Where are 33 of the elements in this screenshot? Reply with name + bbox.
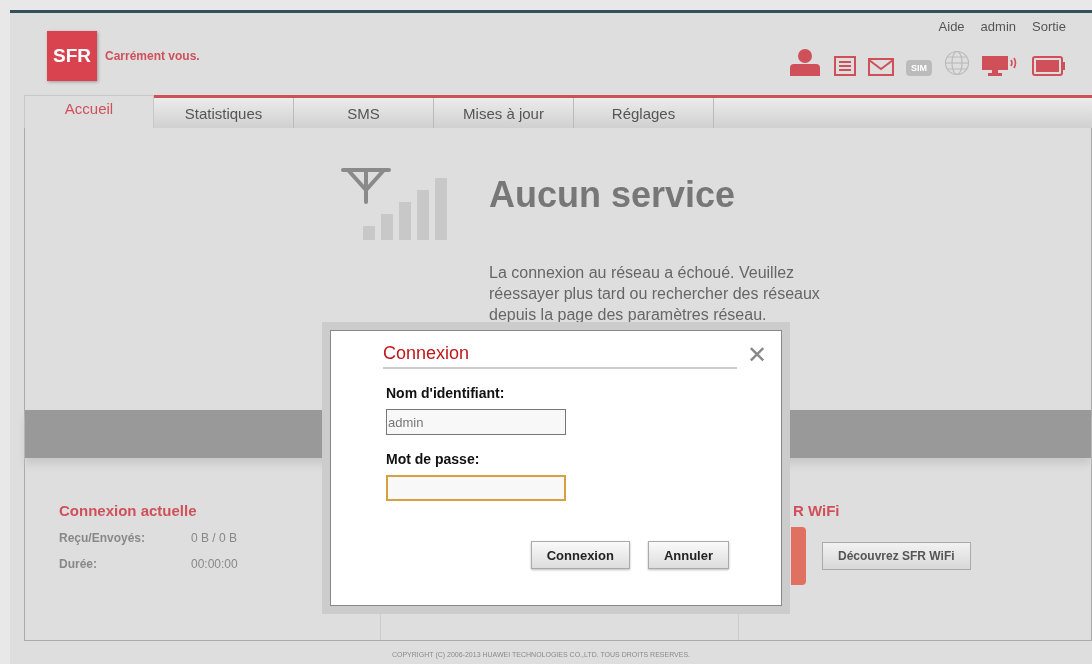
header-link[interactable]: Sortie [1032,19,1066,34]
nav-tab[interactable]: SMS [294,98,434,128]
slogan: Carrément vous. [105,49,200,63]
field-label: Nom d'identifiant: [386,385,506,401]
input-field[interactable] [386,475,566,501]
user-icon[interactable] [788,48,822,76]
status-title: Aucun service [489,174,737,216]
close-button[interactable]: ✕ [747,343,767,367]
section-title: Connexion actuelle [59,502,198,519]
wifi-image [791,527,806,585]
battery-icon[interactable] [1032,56,1066,76]
sfr-logo: SFR [47,31,97,81]
stat-label: Reçu/Envoyés: [59,531,147,545]
header-link[interactable]: admin [980,19,1017,34]
no-signal-icon [341,166,449,240]
nav-tab[interactable]: Statistiques [154,98,294,128]
nav-tab[interactable]: Mises à jour [434,98,574,128]
list-icon[interactable] [834,56,856,76]
nav-tab[interactable]: Réglages [574,98,714,128]
nav-tab[interactable]: Accueil [24,95,154,128]
dialog-button[interactable]: Annuler [647,541,729,569]
field-label: Mot de passe: [386,451,481,467]
input-field[interactable]: admin [386,409,566,435]
header-link[interactable]: Aide [938,19,965,34]
dialog-button[interactable]: Connexion [530,541,630,569]
stat-value: 0 B / 0 B [191,531,238,545]
stat-label: Durée: [59,557,98,571]
dialog-title: Connexion [383,343,737,369]
stat-value: 00:00:00 [191,557,238,571]
section-title: R WiFi [793,502,841,519]
status-message: La connexion au réseau a échoué. Veuillez réessayer plus tard ou rechercher des réseaux depuis la page des paramètres réseau. [489,263,821,325]
envelope-icon[interactable] [868,58,894,76]
discover-wifi-button[interactable]: Découvrez SFR WiFi [822,542,971,570]
